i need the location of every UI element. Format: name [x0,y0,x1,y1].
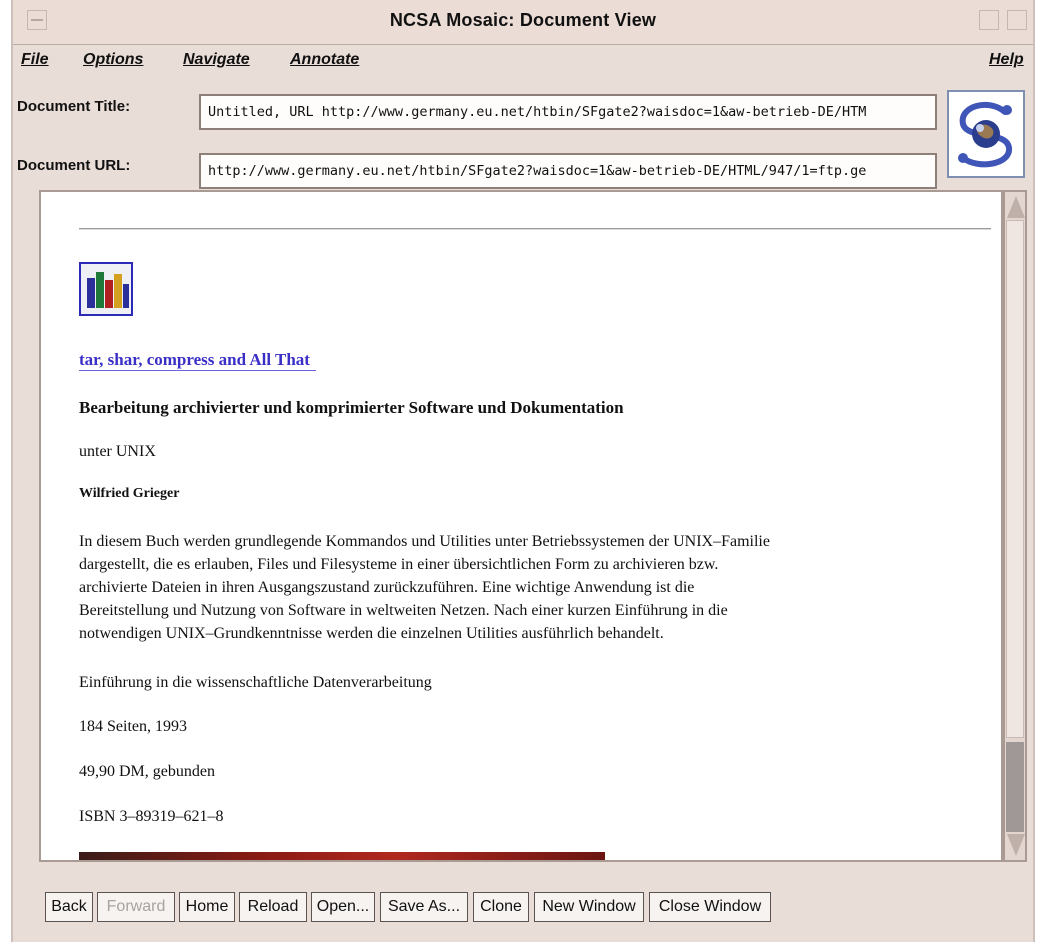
document-url-label: Document URL: [17,157,131,174]
close-window-button[interactable]: Close Window [649,892,771,922]
book-author: Wilfried Grieger [79,486,180,501]
menu-help[interactable]: Help [989,51,1024,69]
mosaic-globe-logo-icon[interactable] [947,90,1025,178]
menu-file[interactable]: File [21,51,49,69]
title-bar[interactable]: NCSA Mosaic: Document View [13,0,1033,45]
book-title-link[interactable]: tar, shar, compress and All That [79,350,316,371]
scrollbar-track[interactable] [1006,742,1024,832]
back-button[interactable]: Back [45,892,93,922]
menu-annotate[interactable]: Annotate [290,51,359,69]
clone-button[interactable]: Clone [473,892,529,922]
description-line: Bereitstellung und Nutzung von Software … [79,602,728,619]
home-button[interactable]: Home [179,892,235,922]
new-window-button[interactable]: New Window [534,892,644,922]
mosaic-window: NCSA Mosaic: Document View File Options … [11,0,1035,942]
document-title-field[interactable]: Untitled, URL http://www.germany.eu.net/… [199,94,937,130]
window-title: NCSA Mosaic: Document View [389,10,657,30]
menu-bar: File Options Navigate Annotate Help [13,45,1033,77]
books-icon[interactable] [79,262,133,316]
book-series: Einführung in die wissenschaftliche Date… [79,674,432,691]
minimize-button[interactable] [979,10,999,30]
description-line: In diesem Buch werden grundlegende Komma… [79,533,770,550]
description-line: notwendigen UNIX–Grundkenntnisse werden … [79,625,664,642]
scrollbar-thumb[interactable] [1006,220,1024,738]
reload-button[interactable]: Reload [239,892,307,922]
scroll-down-arrow-icon[interactable] [1007,834,1025,856]
book-price: 49,90 DM, gebunden [79,763,215,780]
document-title-label: Document Title: [17,98,131,115]
navigation-button-bar: Back Forward Home Reload Open... Save As… [13,892,1033,932]
menu-navigate[interactable]: Navigate [183,51,250,69]
decorative-rule-bar [79,852,605,860]
book-heading: Bearbeitung archivierter und komprimiert… [79,398,624,417]
description-line: dargestellt, die es erlauben, Files und … [79,556,719,573]
book-subtitle: unter UNIX [79,443,156,460]
maximize-button[interactable] [1007,10,1027,30]
open-button[interactable]: Open... [311,892,375,922]
scroll-up-arrow-icon[interactable] [1007,196,1025,218]
document-url-field[interactable]: http://www.germany.eu.net/htbin/SFgate2?… [199,153,937,189]
save-as-button[interactable]: Save As... [380,892,468,922]
horizontal-rule [79,228,991,230]
description-line: archivierte Dateien in ihren Ausgangszus… [79,579,695,596]
book-isbn: ISBN 3–89319–621–8 [79,808,224,825]
book-pages: 184 Seiten, 1993 [79,718,187,735]
book-description: In diesem Buch werden grundlegende Komma… [79,530,989,645]
forward-button[interactable]: Forward [97,892,175,922]
menu-options[interactable]: Options [83,51,143,69]
document-view[interactable]: tar, shar, compress and All That Bearbei… [39,190,1003,862]
vertical-scrollbar[interactable] [1003,190,1027,862]
